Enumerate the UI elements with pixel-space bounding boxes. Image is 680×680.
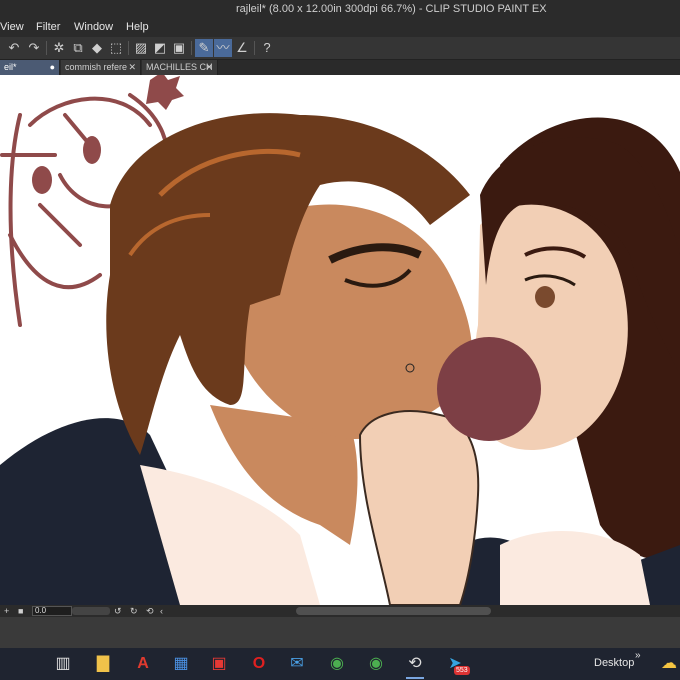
brush-tool-icon[interactable]: 〰 [214,39,232,57]
document-tabs: eil* ● commish refere ✕ MACHILLES CH ✕ [0,60,680,75]
weather-icon[interactable]: ☁ [656,652,680,676]
task-view-icon[interactable]: ▥ [50,652,76,676]
help-icon[interactable]: ? [258,39,276,57]
zoom-in-icon[interactable]: + [4,605,9,617]
pen-tool-icon[interactable]: ✎ [195,39,213,57]
invert-selection-icon[interactable]: ◩ [151,39,169,57]
fill-icon[interactable]: ◆ [88,39,106,57]
telegram-icon[interactable]: ➤ 553 [442,652,470,676]
file-explorer-icon[interactable]: ▇ [90,652,116,676]
toolbar-divider [191,41,192,55]
crop-icon[interactable]: ⧉ [69,39,87,57]
tab-machilles[interactable]: MACHILLES CH ✕ [142,60,218,75]
menu-view[interactable]: View [0,21,24,33]
drawing-canvas[interactable] [0,75,680,605]
chrome-icon[interactable]: ◉ [324,652,350,676]
panel-area [0,617,680,648]
notification-badge: 553 [454,666,470,675]
gift-icon[interactable]: ▣ [206,652,232,676]
menu-filter[interactable]: Filter [36,21,60,33]
rotate-right-icon[interactable]: ↻ [130,605,138,617]
desktop-toolbar-label[interactable]: Desktop [594,657,634,669]
close-icon[interactable]: ● [50,60,55,75]
tab-label: eil* [4,62,17,72]
menu-help[interactable]: Help [126,21,149,33]
mail-icon[interactable]: ✉ [284,652,310,676]
menu-window[interactable]: Window [74,21,113,33]
microsoft-store-icon[interactable]: ▦ [168,652,194,676]
close-icon[interactable]: ✕ [205,60,213,75]
ruler-tool-icon[interactable]: ∠ [233,39,251,57]
windows-taskbar: ▥ ▇ A ▦ ▣ O ✉ ◉ ◉ ⟲ ➤ 553 Desktop » ☁ [0,648,680,680]
toolbar-divider [46,41,47,55]
tab-commish-reference[interactable]: commish refere ✕ [61,60,141,75]
expand-selection-icon[interactable]: ▣ [170,39,188,57]
opera-icon[interactable]: O [246,652,272,676]
tab-label: commish refere [65,62,128,72]
status-bar: + ■ 0.0 ↺ ↻ ⟲ ‹ [0,605,680,617]
tab-label: MACHILLES CH [146,62,213,72]
window-title: rajleil* (8.00 x 12.00in 300dpi 66.7%) -… [236,3,547,15]
toolbar-divider [254,41,255,55]
close-icon[interactable]: ✕ [128,60,136,75]
clip-studio-paint-icon[interactable]: ⟲ [402,652,428,679]
zoom-field[interactable]: 0.0 [32,606,72,616]
zoom-slider[interactable] [72,607,110,615]
transform-icon[interactable]: ⬚ [107,39,125,57]
color-swatch-preview [437,337,541,441]
chevron-icon[interactable]: » [635,650,641,661]
flip-icon[interactable]: ‹ [160,605,163,617]
reset-rotation-icon[interactable]: ⟲ [146,605,154,617]
adobe-acrobat-icon[interactable]: A [130,652,156,676]
undo-icon[interactable]: ↶ [5,39,23,57]
zoom-fit-icon[interactable]: ■ [18,605,23,617]
menu-bar: View Filter Window Help [0,20,680,37]
title-bar: rajleil* (8.00 x 12.00in 300dpi 66.7%) -… [0,0,680,20]
clear-selection-icon[interactable]: ✲ [50,39,68,57]
toolbar-divider [128,41,129,55]
chrome-icon[interactable]: ◉ [363,652,389,676]
command-bar: ↶ ↷ ✲ ⧉ ◆ ⬚ ▨ ◩ ▣ ✎ 〰 ∠ ? [0,37,680,60]
deselect-icon[interactable]: ▨ [132,39,150,57]
tab-rajleil[interactable]: eil* ● [0,60,60,75]
rotate-left-icon[interactable]: ↺ [114,605,122,617]
horizontal-scrollbar[interactable] [296,607,491,615]
artwork [0,75,680,605]
redo-icon[interactable]: ↷ [25,39,43,57]
